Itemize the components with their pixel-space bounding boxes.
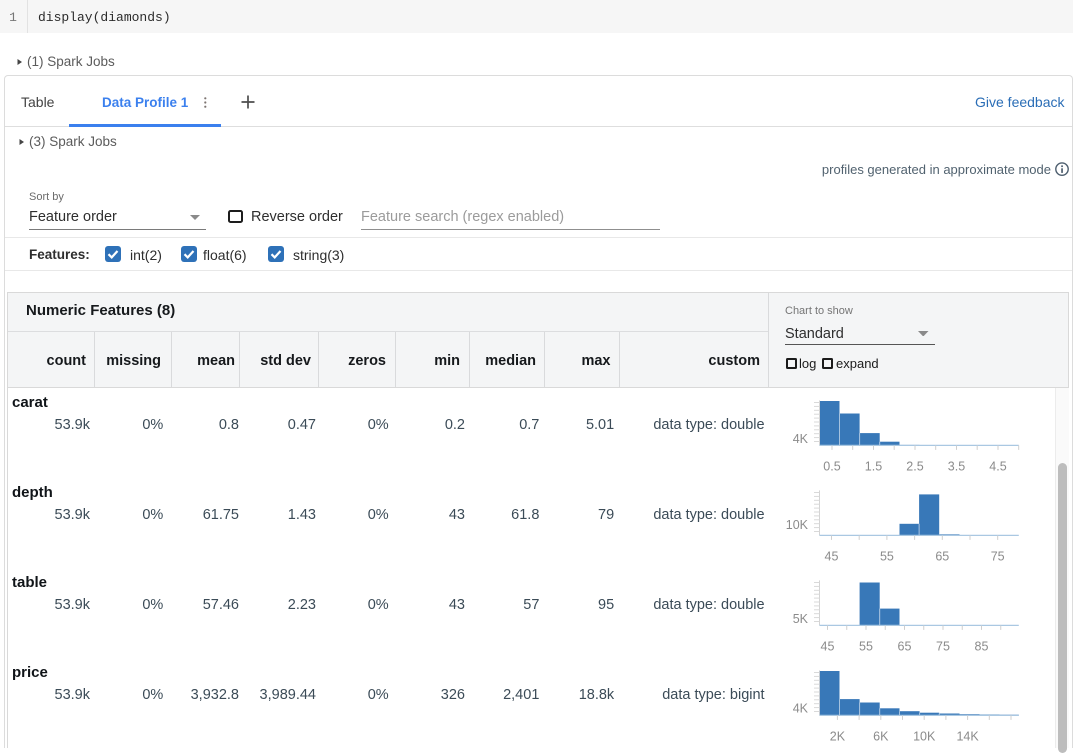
svg-text:65: 65 bbox=[935, 549, 949, 563]
svg-text:2K: 2K bbox=[830, 729, 846, 743]
svg-text:2.5: 2.5 bbox=[906, 459, 923, 473]
svg-text:4.5: 4.5 bbox=[989, 459, 1006, 473]
svg-text:65: 65 bbox=[898, 639, 912, 653]
svg-text:55: 55 bbox=[880, 549, 894, 563]
svg-text:4K: 4K bbox=[793, 432, 809, 446]
svg-text:3.5: 3.5 bbox=[948, 459, 965, 473]
svg-text:45: 45 bbox=[825, 549, 839, 563]
svg-text:75: 75 bbox=[936, 639, 950, 653]
svg-text:10K: 10K bbox=[786, 518, 809, 532]
svg-text:5K: 5K bbox=[793, 612, 809, 626]
svg-text:0.5: 0.5 bbox=[823, 459, 840, 473]
svg-text:10K: 10K bbox=[913, 729, 936, 743]
svg-text:75: 75 bbox=[991, 549, 1005, 563]
svg-text:85: 85 bbox=[975, 639, 989, 653]
svg-text:1.5: 1.5 bbox=[865, 459, 882, 473]
svg-text:45: 45 bbox=[821, 639, 835, 653]
svg-text:4K: 4K bbox=[793, 701, 809, 715]
svg-text:14K: 14K bbox=[956, 729, 979, 743]
svg-text:6K: 6K bbox=[873, 729, 889, 743]
svg-text:55: 55 bbox=[859, 639, 873, 653]
